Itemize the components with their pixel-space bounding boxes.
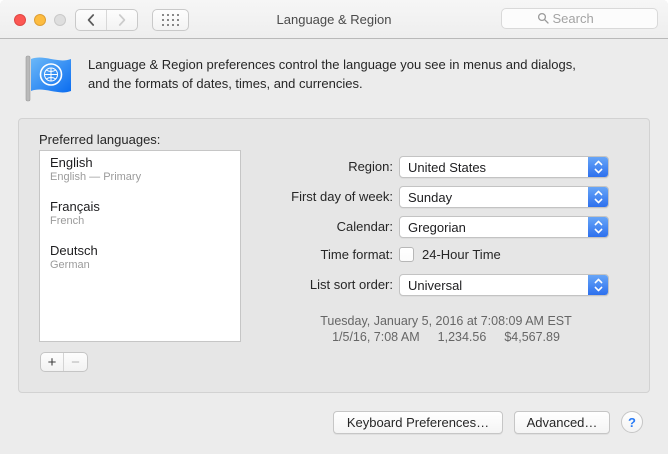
add-remove-segmented-control: + − <box>40 352 88 372</box>
region-popup[interactable]: United States <box>399 156 609 178</box>
search-icon <box>537 12 550 25</box>
toolbar: Language & Region <box>0 0 668 39</box>
calendar-label: Calendar: <box>159 216 393 238</box>
pane-description: Language & Region preferences control th… <box>88 55 648 93</box>
calendar-row: Calendar: Gregorian <box>19 216 651 238</box>
first-day-label: First day of week: <box>159 186 393 208</box>
pane-description-line1: Language & Region preferences control th… <box>88 55 648 74</box>
list-sort-value: Universal <box>408 278 462 293</box>
first-day-row: First day of week: Sunday <box>19 186 651 208</box>
show-all-button[interactable] <box>152 9 189 31</box>
question-mark-icon: ? <box>628 415 636 430</box>
close-button[interactable] <box>14 14 26 26</box>
chevrons-up-down-icon <box>588 217 608 237</box>
advanced-button[interactable]: Advanced… <box>514 411 610 434</box>
pane-description-line2: and the formats of dates, times, and cur… <box>88 74 648 93</box>
24-hour-time-checkbox[interactable] <box>399 247 414 262</box>
preferences-groupbox: Preferred languages: English English — P… <box>18 118 650 393</box>
preview-number: 1,234.56 <box>438 330 487 344</box>
format-preview: Tuesday, January 5, 2016 at 7:08:09 AM E… <box>279 313 613 345</box>
forward-button[interactable] <box>107 10 137 30</box>
preview-currency: $4,567.89 <box>504 330 560 344</box>
chevrons-up-down-icon <box>588 157 608 177</box>
calendar-value: Gregorian <box>408 220 466 235</box>
preferred-languages-label: Preferred languages: <box>39 132 160 147</box>
keyboard-preferences-button[interactable]: Keyboard Preferences… <box>333 411 503 434</box>
nav-segmented-control <box>75 9 138 31</box>
chevrons-up-down-icon <box>588 275 608 295</box>
list-sort-popup[interactable]: Universal <box>399 274 609 296</box>
preview-short-datetime: 1/5/16, 7:08 AM <box>332 330 420 344</box>
preview-short-formats: 1/5/16, 7:08 AM 1,234.56 $4,567.89 <box>279 329 613 345</box>
first-day-popup[interactable]: Sunday <box>399 186 609 208</box>
region-row: Region: United States <box>19 156 651 178</box>
help-button[interactable]: ? <box>621 411 643 433</box>
zoom-button <box>54 14 66 26</box>
calendar-popup[interactable]: Gregorian <box>399 216 609 238</box>
first-day-value: Sunday <box>408 190 452 205</box>
chevrons-up-down-icon <box>588 187 608 207</box>
region-label: Region: <box>159 156 393 178</box>
back-button[interactable] <box>76 10 107 30</box>
grid-icon <box>162 14 180 27</box>
un-flag-icon <box>22 53 74 105</box>
search-input[interactable] <box>553 11 623 26</box>
time-format-row: Time format: 24-Hour Time <box>19 244 651 266</box>
24-hour-time-label: 24-Hour Time <box>422 244 501 266</box>
search-field[interactable] <box>501 8 658 29</box>
remove-language-button[interactable]: − <box>64 353 87 371</box>
preview-long-date: Tuesday, January 5, 2016 at 7:08:09 AM E… <box>279 313 613 329</box>
chevron-left-icon <box>87 14 95 26</box>
language-region-window: Language & Region Language & Region pref… <box>0 0 668 454</box>
chevron-right-icon <box>118 14 126 26</box>
region-value: United States <box>408 160 486 175</box>
add-language-button[interactable]: + <box>41 353 64 371</box>
list-sort-label: List sort order: <box>159 274 393 296</box>
time-format-label: Time format: <box>159 244 393 266</box>
minimize-button[interactable] <box>34 14 46 26</box>
list-sort-row: List sort order: Universal <box>19 274 651 296</box>
